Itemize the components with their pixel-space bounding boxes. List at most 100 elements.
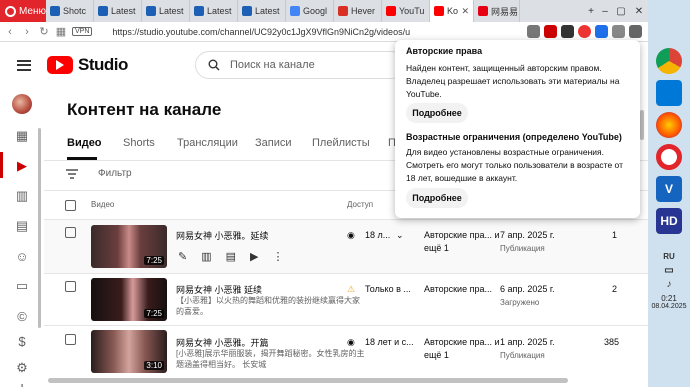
close-window-icon[interactable]: ✕: [632, 0, 646, 22]
tab-favicon-icon: [242, 6, 252, 16]
search-input[interactable]: Поиск на канале: [195, 51, 405, 79]
opera-menu-button[interactable]: Меню: [0, 0, 46, 22]
opera-icon[interactable]: [656, 144, 682, 170]
analytics-icon[interactable]: ▥: [14, 188, 30, 204]
file-explorer-icon[interactable]: [656, 80, 682, 106]
back-icon[interactable]: ‹: [3, 26, 17, 38]
access-globe-icon: ◉: [347, 337, 355, 347]
browser-tab[interactable]: Googl: [286, 0, 334, 22]
comments-icon[interactable]: ▤: [226, 250, 236, 263]
youtube-play-icon[interactable]: ▶: [250, 250, 258, 263]
grid-icon[interactable]: ▦: [54, 25, 68, 38]
url-field[interactable]: https://studio.youtube.com/channel/UC92y…: [112, 27, 410, 37]
close-tab-icon[interactable]: ✕: [461, 6, 469, 17]
restrictions-value[interactable]: Авторские пра...: [424, 283, 502, 296]
extension-icon[interactable]: [578, 25, 591, 38]
settings-icon[interactable]: ⚙: [14, 360, 30, 376]
restrictions-value[interactable]: Авторские пра... и ещё 1: [424, 229, 502, 255]
minimize-icon[interactable]: –: [598, 0, 612, 22]
video-title[interactable]: 网易女神 小恶雅。延续: [176, 229, 269, 242]
analytics-icon[interactable]: ▥: [201, 250, 211, 263]
rail-scrollbar[interactable]: [38, 128, 41, 328]
youtube-logo-icon[interactable]: [47, 56, 73, 74]
app-icon[interactable]: V: [656, 176, 682, 202]
tab-playlists[interactable]: Плейлисты: [312, 137, 388, 149]
filter-bar[interactable]: Фильтр: [66, 168, 132, 179]
dashboard-icon[interactable]: ▦: [14, 128, 30, 144]
date-value: 1 апр. 2025 г.: [500, 337, 555, 347]
tab-live[interactable]: Трансляции: [177, 137, 255, 149]
audience-icon[interactable]: ☺: [14, 248, 30, 264]
extension-icon[interactable]: [561, 25, 574, 38]
clock-time[interactable]: 0:21: [661, 294, 677, 303]
date-status: Публикация: [500, 244, 545, 253]
tab-shorts[interactable]: Shorts: [123, 137, 177, 149]
channel-avatar[interactable]: [12, 94, 32, 114]
access-value[interactable]: 18 лет и с...: [365, 336, 414, 349]
hamburger-menu-icon[interactable]: [17, 59, 31, 71]
chevron-down-icon[interactable]: ⌄: [396, 229, 404, 242]
browser-tab[interactable]: Hever: [334, 0, 382, 22]
video-thumbnail[interactable]: 7:25: [91, 225, 167, 268]
extension-icon[interactable]: [595, 25, 608, 38]
tab-posts[interactable]: Записи: [255, 137, 312, 149]
access-globe-icon: ◉: [347, 230, 355, 240]
access-value[interactable]: Только в ...: [365, 283, 411, 296]
row-checkbox[interactable]: [65, 334, 76, 345]
edit-icon[interactable]: ✎: [178, 250, 187, 263]
heart-icon[interactable]: [612, 25, 625, 38]
studio-logo-text: Studio: [78, 55, 128, 74]
new-tab-icon[interactable]: +: [584, 0, 598, 22]
copyright-more-button[interactable]: Подробнее: [406, 103, 468, 123]
browser-tab[interactable]: YouTu: [382, 0, 430, 22]
browser-tab-bar: Меню Shotc Latest Latest Latest Latest G…: [0, 0, 648, 22]
clock-date[interactable]: 08.04.2025: [651, 303, 686, 310]
video-thumbnail[interactable]: 7:25: [91, 278, 167, 321]
select-all-checkbox[interactable]: [65, 200, 76, 211]
restrictions-value[interactable]: Авторские пра... и ещё 1: [424, 336, 502, 362]
restrictions-popup: Авторские права Найден контент, защищенн…: [395, 40, 640, 218]
extension-icon[interactable]: [544, 25, 557, 38]
app-icon[interactable]: HD: [656, 208, 682, 234]
more-options-icon[interactable]: ⋮: [273, 250, 284, 263]
browser-tab[interactable]: Latest: [94, 0, 142, 22]
browser-tab[interactable]: 网易易: [474, 0, 520, 22]
browser-tab[interactable]: Latest: [142, 0, 190, 22]
comments-icon[interactable]: ▤: [14, 218, 30, 234]
earn-icon[interactable]: $: [14, 333, 30, 349]
views-value: 1: [612, 230, 618, 240]
tab-videos[interactable]: Видео: [67, 137, 123, 149]
column-header-access[interactable]: Доступ: [347, 200, 373, 209]
download-icon[interactable]: [629, 25, 642, 38]
age-more-button[interactable]: Подробнее: [406, 188, 468, 208]
video-thumbnail[interactable]: 3:10: [91, 330, 167, 373]
monitor-icon[interactable]: ▭: [656, 264, 682, 276]
forward-icon[interactable]: ›: [20, 26, 34, 38]
volume-icon[interactable]: ♪: [656, 278, 682, 290]
access-value[interactable]: 18 л...: [365, 229, 390, 242]
reload-icon[interactable]: ↻: [37, 25, 51, 38]
chrome-icon[interactable]: [656, 48, 682, 74]
firefox-icon[interactable]: [656, 112, 682, 138]
maximize-icon[interactable]: ▢: [614, 0, 628, 22]
copyright-icon[interactable]: ©: [14, 308, 30, 324]
youtube-icon: [434, 6, 444, 16]
row-checkbox[interactable]: [65, 281, 76, 292]
camera-icon[interactable]: [527, 25, 540, 38]
row-divider: [44, 273, 648, 274]
vertical-scrollbar[interactable]: [640, 110, 644, 140]
column-header-video[interactable]: Видео: [91, 200, 114, 209]
browser-tab[interactable]: Latest: [190, 0, 238, 22]
content-icon[interactable]: ▶: [14, 158, 30, 174]
views-value: 2: [612, 284, 618, 294]
horizontal-scrollbar[interactable]: [48, 378, 568, 383]
subtitles-icon[interactable]: ▭: [14, 278, 30, 294]
language-indicator[interactable]: RU: [656, 250, 682, 262]
browser-tab[interactable]: Shotc: [46, 0, 94, 22]
feedback-icon[interactable]: !: [14, 380, 30, 387]
filter-label: Фильтр: [98, 168, 132, 179]
browser-tab-active[interactable]: Ko ✕: [430, 0, 474, 22]
row-checkbox[interactable]: [65, 227, 76, 238]
browser-tab[interactable]: Latest: [238, 0, 286, 22]
vpn-badge[interactable]: VPN: [72, 27, 93, 36]
